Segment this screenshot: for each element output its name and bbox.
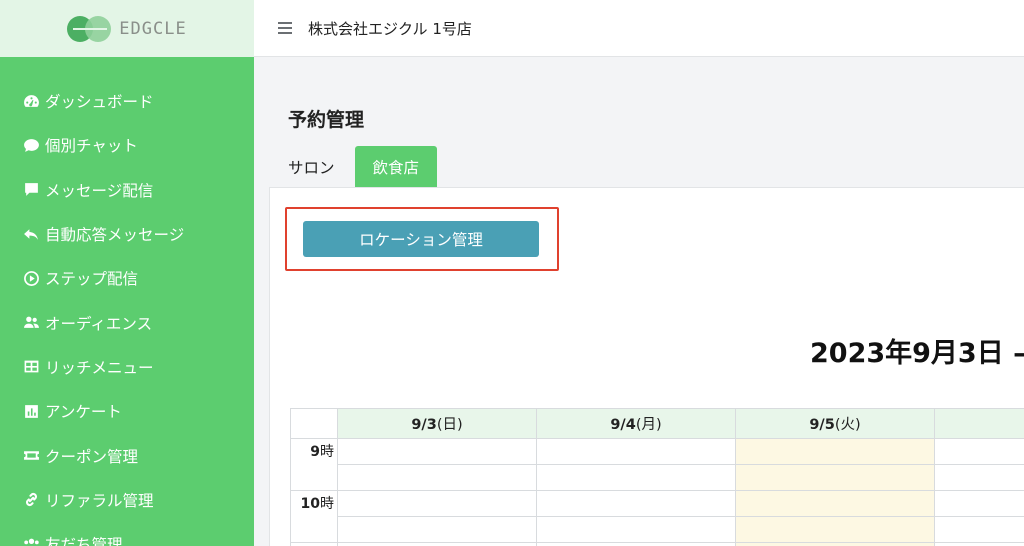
friends-icon — [22, 535, 40, 546]
time-slot[interactable] — [337, 464, 537, 491]
day-weekday: (日) — [436, 417, 463, 433]
time-slot[interactable] — [735, 542, 935, 546]
tab-restaurant[interactable]: 飲食店 — [354, 146, 438, 188]
link-icon — [22, 491, 40, 509]
users-icon — [22, 314, 40, 332]
sidebar-item-label: ダッシュボード — [45, 93, 154, 112]
day-header[interactable]: 9/5(火) — [735, 408, 935, 439]
day-weekday: (火) — [834, 417, 861, 433]
time-slot[interactable] — [536, 438, 736, 465]
brand-logo-icon — [67, 15, 113, 42]
sidebar-item-label: アンケート — [45, 403, 122, 422]
time-slot[interactable] — [337, 542, 537, 546]
time-slot[interactable] — [934, 516, 1024, 543]
sidebar-item-label: ステップ配信 — [45, 270, 139, 289]
day-date: 9/5 — [809, 417, 835, 433]
sidebar-item-message[interactable]: メッセージ配信 — [0, 168, 254, 212]
time-slot[interactable] — [337, 516, 537, 543]
time-slot[interactable] — [735, 490, 935, 517]
day-date: 9/4 — [610, 417, 636, 433]
sidebar-item-chat[interactable]: 個別チャット — [0, 123, 254, 167]
reply-icon — [22, 225, 40, 243]
time-slot[interactable] — [337, 490, 537, 517]
brand[interactable]: EDGCLE — [0, 0, 254, 57]
sidebar-item-label: 自動応答メッセージ — [45, 226, 185, 245]
hour-unit: 時 — [320, 444, 334, 460]
day-date: 9/3 — [411, 417, 437, 433]
time-slot[interactable] — [337, 438, 537, 465]
time-slot[interactable] — [934, 490, 1024, 517]
hour-label: 9時 — [290, 438, 338, 491]
calendar-range-title: 2023年9月3日 – — [810, 338, 1024, 369]
sidebar-item-auto-reply[interactable]: 自動応答メッセージ — [0, 212, 254, 256]
calendar-corner — [290, 408, 338, 439]
hamburger-menu-icon[interactable] — [278, 22, 292, 34]
sidebar-nav: ダッシュボード 個別チャット メッセージ配信 自動応答メッセージ ステップ配信 … — [0, 57, 254, 546]
sidebar-item-label: メッセージ配信 — [45, 181, 154, 200]
table-icon — [22, 358, 40, 376]
sidebar-item-label: 友だち管理 — [45, 536, 123, 546]
sidebar-item-label: リファラル管理 — [45, 491, 154, 510]
sidebar-item-step[interactable]: ステップ配信 — [0, 256, 254, 300]
sidebar-item-label: クーポン管理 — [45, 447, 139, 466]
tab-salon[interactable]: サロン — [270, 146, 353, 188]
time-slot[interactable] — [735, 464, 935, 491]
sidebar-item-survey[interactable]: アンケート — [0, 389, 254, 433]
sidebar-item-audience[interactable]: オーディエンス — [0, 300, 254, 344]
hour-label — [290, 542, 338, 546]
time-slot[interactable] — [536, 542, 736, 546]
top-header: 株式会社エジクル 1号店 — [254, 0, 1024, 57]
time-slot[interactable] — [536, 464, 736, 491]
hour-unit: 時 — [320, 496, 334, 512]
time-slot[interactable] — [934, 438, 1024, 465]
sidebar-item-dashboard[interactable]: ダッシュボード — [0, 79, 254, 123]
time-slot[interactable] — [735, 516, 935, 543]
sidebar-item-label: 個別チャット — [45, 137, 138, 156]
sidebar: EDGCLE ダッシュボード 個別チャット メッセージ配信 自動応答メッセージ … — [0, 0, 254, 546]
time-slot[interactable] — [934, 542, 1024, 546]
time-slot[interactable] — [536, 490, 736, 517]
day-header[interactable]: 9/3(日) — [337, 408, 537, 439]
sidebar-item-friends[interactable]: 友だち管理 — [0, 522, 254, 546]
chat-icon — [22, 136, 40, 154]
time-slot[interactable] — [536, 516, 736, 543]
sidebar-item-coupon[interactable]: クーポン管理 — [0, 433, 254, 477]
time-slot[interactable] — [735, 438, 935, 465]
calendar-grid: 9/3(日) 9/4(月) 9/5(火) 9/ 9時 10時 — [290, 408, 1024, 546]
tab-bar: サロン 飲食店 — [270, 146, 438, 188]
ticket-icon — [22, 447, 40, 465]
hour-number: 10 — [300, 496, 320, 512]
message-icon — [22, 181, 40, 199]
day-header[interactable]: 9/ — [934, 408, 1024, 439]
brand-name: EDGCLE — [119, 18, 187, 39]
dashboard-icon — [22, 92, 40, 110]
hour-number: 9 — [310, 444, 320, 460]
sidebar-item-label: オーディエンス — [45, 314, 153, 333]
day-weekday: (月) — [635, 417, 662, 433]
play-circle-icon — [22, 269, 40, 287]
store-name: 株式会社エジクル 1号店 — [308, 19, 472, 38]
sidebar-item-referral[interactable]: リファラル管理 — [0, 478, 254, 522]
chart-icon — [22, 402, 40, 420]
time-slot[interactable] — [934, 464, 1024, 491]
sidebar-item-label: リッチメニュー — [45, 358, 154, 377]
hour-label: 10時 — [290, 490, 338, 543]
sidebar-item-rich-menu[interactable]: リッチメニュー — [0, 345, 254, 389]
page-title: 予約管理 — [288, 109, 365, 131]
location-management-button[interactable]: ロケーション管理 — [303, 221, 539, 257]
day-header[interactable]: 9/4(月) — [536, 408, 736, 439]
